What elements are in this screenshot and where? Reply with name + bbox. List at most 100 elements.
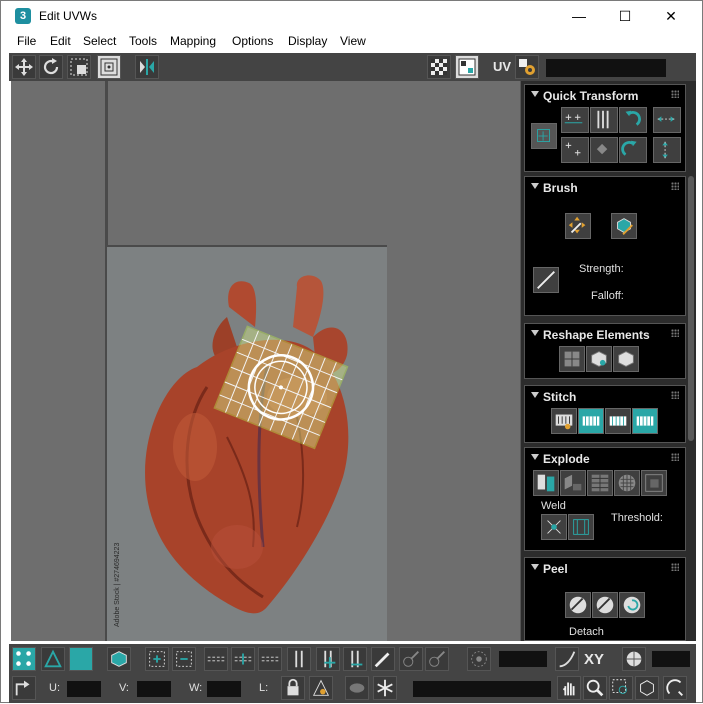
straighten-icon[interactable] bbox=[590, 137, 618, 163]
flatten-icon[interactable] bbox=[641, 470, 667, 496]
stitch-average-icon[interactable] bbox=[605, 408, 631, 434]
stitch-custom-icon[interactable] bbox=[551, 408, 577, 434]
paint-select-icon[interactable] bbox=[371, 647, 395, 671]
stitch-to-target-icon[interactable] bbox=[632, 408, 658, 434]
relax-icon[interactable] bbox=[586, 346, 612, 372]
collapse-arrow-icon[interactable] bbox=[531, 330, 539, 336]
align-horizontal-icon[interactable] bbox=[561, 107, 589, 133]
freeze-icon[interactable] bbox=[373, 676, 397, 700]
grip-icon[interactable] bbox=[671, 563, 679, 571]
grow-selection-icon[interactable] bbox=[145, 647, 169, 671]
peel-mode-icon[interactable] bbox=[592, 592, 618, 618]
stitch-title[interactable]: Stitch bbox=[543, 390, 576, 404]
element-mode-icon[interactable] bbox=[107, 647, 131, 671]
zoom-extents-icon[interactable] bbox=[635, 676, 659, 700]
rotate-icon[interactable] bbox=[39, 55, 63, 79]
unhide-icon[interactable] bbox=[345, 676, 369, 700]
collapse-arrow-icon[interactable] bbox=[531, 91, 539, 97]
peel-title[interactable]: Peel bbox=[543, 562, 568, 576]
freeform-icon[interactable] bbox=[97, 55, 121, 79]
menu-select[interactable]: Select bbox=[83, 34, 116, 48]
menu-view[interactable]: View bbox=[340, 34, 366, 48]
soft-selection-icon[interactable] bbox=[467, 647, 491, 671]
falloff-curve-icon[interactable] bbox=[555, 647, 579, 671]
ring-grow-icon[interactable] bbox=[316, 647, 340, 671]
snap-icon[interactable] bbox=[663, 676, 687, 700]
maximize-button[interactable]: ☐ bbox=[610, 5, 640, 27]
collapse-arrow-icon[interactable] bbox=[531, 454, 539, 460]
grip-icon[interactable] bbox=[671, 329, 679, 337]
zoom-region-icon[interactable] bbox=[609, 676, 633, 700]
limit-value-field[interactable] bbox=[652, 651, 690, 667]
menu-edit[interactable]: Edit bbox=[50, 34, 71, 48]
collapse-arrow-icon[interactable] bbox=[531, 183, 539, 189]
ring-select-icon[interactable] bbox=[287, 647, 311, 671]
scale-icon[interactable] bbox=[67, 55, 91, 79]
brush-title[interactable]: Brush bbox=[543, 181, 578, 195]
minimize-button[interactable]: — bbox=[564, 5, 594, 27]
flatten-by-polygon-icon[interactable] bbox=[560, 470, 586, 496]
menu-file[interactable]: File bbox=[17, 34, 36, 48]
paint-shrink-icon[interactable] bbox=[425, 647, 449, 671]
weld-selected-icon[interactable] bbox=[568, 514, 594, 540]
collapse-arrow-icon[interactable] bbox=[531, 564, 539, 570]
menu-tools[interactable]: Tools bbox=[129, 34, 157, 48]
flip-vertical-icon[interactable] bbox=[653, 137, 681, 163]
rotate-cw-icon[interactable] bbox=[619, 137, 647, 163]
rotate-ccw-icon[interactable] bbox=[619, 107, 647, 133]
soft-selection-value[interactable] bbox=[499, 651, 547, 667]
flip-horizontal-icon[interactable] bbox=[653, 107, 681, 133]
w-value-field[interactable] bbox=[207, 681, 241, 697]
quick-peel-icon[interactable] bbox=[565, 592, 591, 618]
grip-icon[interactable] bbox=[671, 90, 679, 98]
grip-icon[interactable] bbox=[671, 182, 679, 190]
align-center-icon[interactable] bbox=[531, 123, 557, 149]
flatten-by-material-icon[interactable] bbox=[614, 470, 640, 496]
close-button[interactable]: ✕ bbox=[656, 5, 686, 27]
menu-mapping[interactable]: Mapping bbox=[170, 34, 216, 48]
ring-shrink-icon[interactable] bbox=[343, 647, 367, 671]
loop-select-icon[interactable] bbox=[204, 647, 228, 671]
weld-target-icon[interactable] bbox=[541, 514, 567, 540]
menu-display[interactable]: Display bbox=[288, 34, 327, 48]
world-space-icon[interactable] bbox=[622, 647, 646, 671]
space-horizontal-icon[interactable] bbox=[561, 137, 589, 163]
quick-transform-title[interactable]: Quick Transform bbox=[543, 89, 638, 103]
checker-icon[interactable] bbox=[427, 55, 451, 79]
align-vertical-icon[interactable] bbox=[590, 107, 618, 133]
u-value-field[interactable] bbox=[67, 681, 101, 697]
texture-dropdown[interactable] bbox=[546, 59, 666, 77]
hide-icon[interactable] bbox=[309, 676, 333, 700]
absolute-offset-icon[interactable] bbox=[12, 676, 36, 700]
move-icon[interactable] bbox=[12, 55, 36, 79]
v-value-field[interactable] bbox=[137, 681, 171, 697]
paint-grow-icon[interactable] bbox=[399, 647, 423, 671]
texture-icon[interactable] bbox=[455, 55, 479, 79]
vertex-mode-icon[interactable] bbox=[12, 647, 36, 671]
grip-icon[interactable] bbox=[671, 453, 679, 461]
paint-move-icon[interactable] bbox=[565, 213, 591, 239]
reshape-elements-title[interactable]: Reshape Elements bbox=[543, 328, 650, 342]
lock-icon[interactable] bbox=[281, 676, 305, 700]
shrink-selection-icon[interactable] bbox=[172, 647, 196, 671]
brush-falloff-icon[interactable] bbox=[533, 267, 559, 293]
xy-label[interactable]: XY bbox=[584, 651, 604, 668]
zoom-icon[interactable] bbox=[583, 676, 607, 700]
grip-icon[interactable] bbox=[671, 391, 679, 399]
menu-options[interactable]: Options bbox=[232, 34, 273, 48]
stitch-to-source-icon[interactable] bbox=[578, 408, 604, 434]
uv-viewport[interactable]: Adobe Stock | #274694223 bbox=[11, 81, 520, 641]
selection-set-field[interactable] bbox=[413, 681, 551, 697]
pan-icon[interactable] bbox=[557, 676, 581, 700]
relax-brush-icon[interactable] bbox=[611, 213, 637, 239]
break-icon[interactable] bbox=[533, 470, 559, 496]
edge-mode-icon[interactable] bbox=[41, 647, 65, 671]
explode-title[interactable]: Explode bbox=[543, 452, 590, 466]
straighten-selection-icon[interactable] bbox=[559, 346, 585, 372]
polygon-mode-icon[interactable] bbox=[69, 647, 93, 671]
flatten-by-smoothing-icon[interactable] bbox=[587, 470, 613, 496]
peel-reset-icon[interactable] bbox=[619, 592, 645, 618]
mirror-icon[interactable] bbox=[135, 55, 159, 79]
settings-icon[interactable] bbox=[515, 55, 539, 79]
relax-settings-icon[interactable] bbox=[613, 346, 639, 372]
